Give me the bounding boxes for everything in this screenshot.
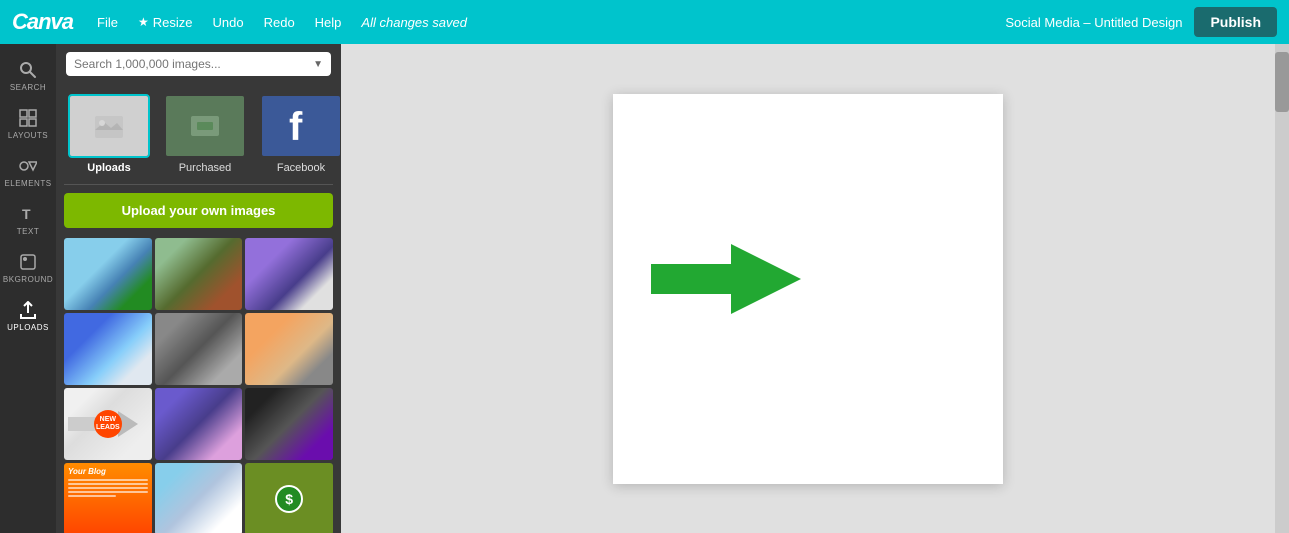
- list-item[interactable]: [155, 388, 243, 460]
- list-item[interactable]: [155, 238, 243, 310]
- list-item[interactable]: [155, 313, 243, 385]
- upload-images-button[interactable]: Upload your own images: [64, 193, 333, 228]
- facebook-thumb-bg: f: [262, 96, 340, 156]
- facebook-tab-label: Facebook: [277, 162, 325, 174]
- canvas-area: [341, 44, 1275, 533]
- text-icon: T: [18, 204, 38, 224]
- tab-uploads[interactable]: Uploads: [64, 90, 154, 178]
- nav-links: File ★ Resize Undo Redo Help All changes…: [89, 11, 467, 34]
- list-item[interactable]: [245, 238, 333, 310]
- list-item[interactable]: $: [245, 463, 333, 533]
- tab-facebook[interactable]: f Facebook: [256, 90, 341, 178]
- list-item[interactable]: [245, 388, 333, 460]
- sidebar-item-background[interactable]: BKGROUND: [0, 244, 56, 292]
- uploads-thumb-bg: [70, 96, 148, 156]
- layouts-icon: [18, 108, 38, 128]
- sidebar-item-text[interactable]: T TEXT: [0, 196, 56, 244]
- logo-text: Canva: [12, 9, 73, 35]
- search-icon: [18, 60, 38, 80]
- help-menu[interactable]: Help: [307, 11, 350, 34]
- leads-line2: LEADS: [96, 424, 120, 432]
- icon-sidebar: SEARCH LAYOUTS ELEMENTS: [0, 44, 56, 533]
- purchased-tab-label: Purchased: [179, 162, 232, 174]
- list-item[interactable]: [245, 313, 333, 385]
- search-input-wrap[interactable]: ▼: [66, 52, 331, 76]
- svg-text:f: f: [289, 105, 303, 148]
- purchased-thumb-bg: [166, 96, 244, 156]
- search-input[interactable]: [74, 57, 313, 71]
- upload-button-wrap: Upload your own images: [56, 187, 341, 234]
- list-item[interactable]: Your Blog: [64, 463, 152, 533]
- logo: Canva: [12, 9, 73, 35]
- sidebar-elements-label: ELEMENTS: [4, 179, 51, 188]
- svg-text:T: T: [22, 206, 31, 222]
- background-icon: [18, 252, 38, 272]
- money-icon: $: [275, 485, 303, 513]
- leads-line1: NEW: [100, 416, 116, 424]
- redo-button[interactable]: Redo: [256, 11, 303, 34]
- blog-lines: [68, 479, 148, 499]
- list-item[interactable]: NEW LEADS: [64, 388, 152, 460]
- green-arrow: [651, 244, 801, 319]
- facebook-thumbnail: f: [260, 94, 341, 158]
- source-tabs: Uploads Purchased: [56, 84, 341, 182]
- navbar: Canva File ★ Resize Undo Redo Help All c…: [0, 0, 1289, 44]
- elements-icon: [18, 156, 38, 176]
- purchased-thumbnail: [164, 94, 246, 158]
- crown-icon: ★: [138, 15, 149, 29]
- panel: ▼ Uploads: [56, 44, 341, 533]
- image-grid: NEW LEADS Your Blog: [56, 234, 341, 533]
- scrollbar-thumb[interactable]: [1275, 52, 1289, 112]
- sidebar-item-search[interactable]: SEARCH: [0, 52, 56, 100]
- sidebar-search-label: SEARCH: [10, 83, 46, 92]
- uploads-tab-label: Uploads: [87, 162, 130, 174]
- list-item[interactable]: [64, 313, 152, 385]
- leads-badge: NEW LEADS: [94, 410, 122, 438]
- publish-button[interactable]: Publish: [1194, 7, 1277, 37]
- sidebar-text-label: TEXT: [17, 227, 39, 236]
- sidebar-layouts-label: LAYOUTS: [8, 131, 48, 140]
- save-status: All changes saved: [361, 15, 467, 30]
- file-menu[interactable]: File: [89, 11, 126, 34]
- sidebar-item-layouts[interactable]: LAYOUTS: [0, 100, 56, 148]
- uploads-icon: [18, 300, 38, 320]
- resize-menu[interactable]: ★ Resize: [130, 11, 201, 34]
- sidebar-item-elements[interactable]: ELEMENTS: [0, 148, 56, 196]
- panel-divider: [64, 184, 333, 185]
- tab-purchased[interactable]: Purchased: [160, 90, 250, 178]
- resize-label: Resize: [153, 15, 193, 30]
- panel-search-area: ▼: [56, 44, 341, 84]
- uploads-thumbnail: [68, 94, 150, 158]
- blog-overlay: Your Blog: [64, 463, 152, 533]
- list-item[interactable]: [64, 238, 152, 310]
- design-title: Social Media – Untitled Design: [1005, 15, 1182, 30]
- scrollbar[interactable]: [1275, 44, 1289, 533]
- sidebar-item-uploads[interactable]: UPLOADS: [0, 292, 56, 340]
- undo-button[interactable]: Undo: [205, 11, 252, 34]
- sidebar-uploads-label: UPLOADS: [7, 323, 49, 332]
- main-layout: SEARCH LAYOUTS ELEMENTS: [0, 44, 1289, 533]
- money-overlay: $: [245, 463, 333, 533]
- sidebar-background-label: BKGROUND: [3, 275, 53, 284]
- navbar-right: Social Media – Untitled Design Publish: [1005, 7, 1277, 37]
- search-dropdown-icon[interactable]: ▼: [313, 59, 323, 70]
- list-item[interactable]: [155, 463, 243, 533]
- blog-title: Your Blog: [68, 467, 148, 476]
